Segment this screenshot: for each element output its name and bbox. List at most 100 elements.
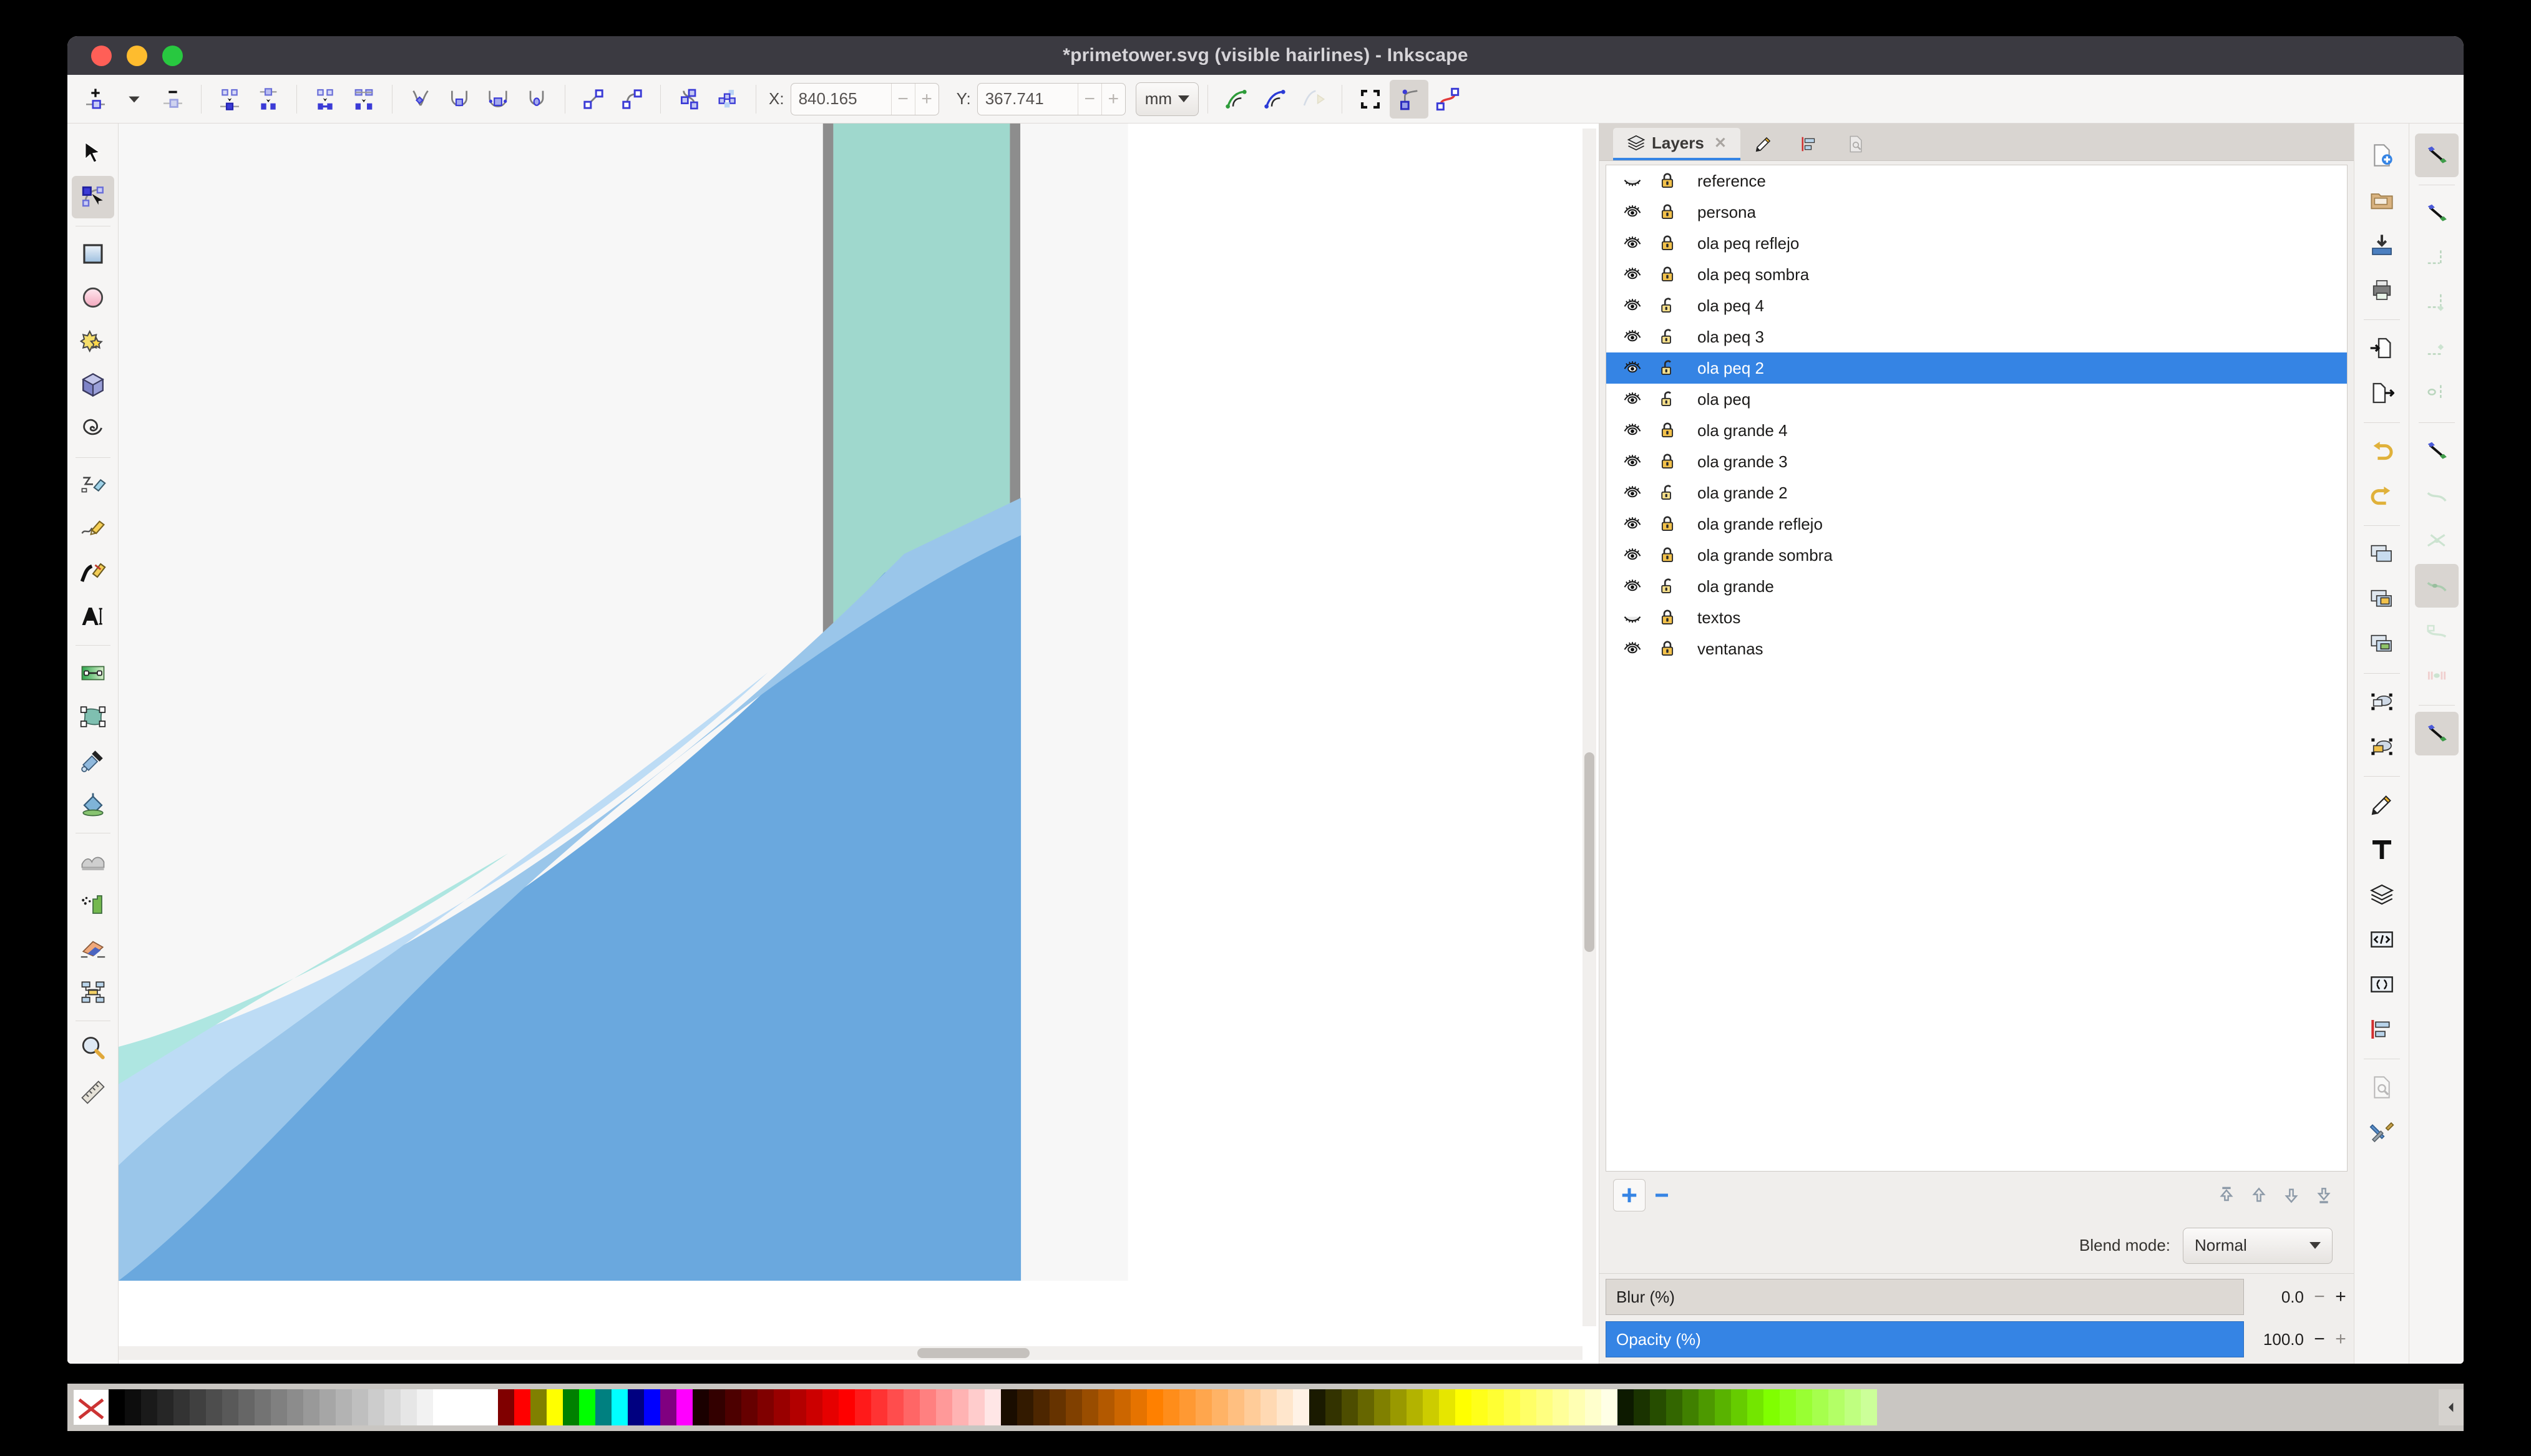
palette-swatch[interactable] bbox=[449, 1389, 466, 1425]
palette-swatch[interactable] bbox=[1520, 1389, 1536, 1425]
lower-layer-to-bottom-button[interactable] bbox=[2308, 1179, 2340, 1211]
palette-swatch[interactable] bbox=[401, 1389, 417, 1425]
save-document-button[interactable] bbox=[2360, 223, 2404, 267]
layer-row[interactable]: ola grande 2 bbox=[1606, 477, 2347, 508]
palette-swatch[interactable] bbox=[1066, 1389, 1082, 1425]
palette-swatch[interactable] bbox=[271, 1389, 287, 1425]
enable-snapping-button[interactable] bbox=[2414, 133, 2459, 177]
palette-swatch[interactable] bbox=[1261, 1389, 1277, 1425]
layer-row[interactable]: ola grande bbox=[1606, 571, 2347, 602]
layer-lock-toggle[interactable] bbox=[1650, 203, 1685, 221]
palette-swatch[interactable] bbox=[384, 1389, 401, 1425]
drawing-canvas[interactable] bbox=[119, 124, 1599, 1364]
layer-visibility-toggle[interactable] bbox=[1615, 421, 1650, 440]
palette-swatch[interactable] bbox=[806, 1389, 822, 1425]
show-mask-paths-button[interactable] bbox=[1428, 80, 1467, 119]
layer-visibility-toggle[interactable] bbox=[1615, 577, 1650, 596]
unlink-clone-button[interactable] bbox=[2360, 725, 2404, 769]
layer-lock-toggle[interactable] bbox=[1650, 296, 1685, 315]
layer-visibility-toggle[interactable] bbox=[1615, 203, 1650, 221]
redo-button[interactable] bbox=[2360, 474, 2404, 518]
palette-swatch[interactable] bbox=[466, 1389, 482, 1425]
y-decrement-button[interactable]: − bbox=[1077, 83, 1101, 115]
palette-swatch[interactable] bbox=[1212, 1389, 1228, 1425]
palette-swatch[interactable] bbox=[1244, 1389, 1261, 1425]
layer-lock-toggle[interactable] bbox=[1650, 515, 1685, 533]
tweak-tool[interactable] bbox=[72, 840, 114, 882]
fill-stroke-dialog-button[interactable] bbox=[2360, 783, 2404, 827]
join-nodes-button[interactable] bbox=[249, 80, 288, 119]
stroke-to-path-button[interactable] bbox=[708, 80, 747, 119]
next-path-effect-button[interactable] bbox=[1294, 80, 1333, 119]
palette-swatch[interactable] bbox=[1358, 1389, 1374, 1425]
opacity-value[interactable]: 100.0 bbox=[2244, 1330, 2309, 1349]
palette-swatch[interactable] bbox=[1796, 1389, 1812, 1425]
snap-smooth-node-button[interactable] bbox=[2415, 609, 2459, 653]
node-symmetric-button[interactable] bbox=[479, 80, 517, 119]
palette-swatch[interactable] bbox=[238, 1389, 255, 1425]
layer-row[interactable]: ola peq bbox=[1606, 384, 2347, 415]
pen-tool[interactable] bbox=[72, 551, 114, 594]
palette-swatch[interactable] bbox=[563, 1389, 579, 1425]
snap-nodes-button[interactable] bbox=[2415, 429, 2459, 473]
text-dialog-button[interactable] bbox=[2360, 828, 2404, 871]
layer-row[interactable]: ola peq reflejo bbox=[1606, 228, 2347, 259]
layer-visibility-toggle[interactable] bbox=[1615, 265, 1650, 284]
palette-swatch[interactable] bbox=[1374, 1389, 1390, 1425]
palette-swatch[interactable] bbox=[1617, 1389, 1634, 1425]
x-increment-button[interactable]: + bbox=[914, 83, 939, 115]
snap-bbox-corner-button[interactable] bbox=[2415, 281, 2459, 325]
palette-swatch[interactable] bbox=[1471, 1389, 1488, 1425]
palette-swatch[interactable] bbox=[839, 1389, 855, 1425]
palette-swatch[interactable] bbox=[1747, 1389, 1763, 1425]
layers-list[interactable]: reference persona ola peq reflejo ola pe… bbox=[1606, 165, 2348, 1172]
blur-decrement-button[interactable]: − bbox=[2309, 1286, 2330, 1308]
color-palette-bar[interactable] bbox=[67, 1384, 2464, 1431]
layer-row[interactable]: ola grande 3 bbox=[1606, 446, 2347, 477]
snap-bbox-center-button[interactable] bbox=[2415, 371, 2459, 415]
layer-row[interactable]: textos bbox=[1606, 602, 2347, 633]
node-tool[interactable] bbox=[71, 176, 114, 218]
palette-swatch[interactable] bbox=[612, 1389, 628, 1425]
layer-lock-toggle[interactable] bbox=[1650, 421, 1685, 440]
layer-visibility-toggle[interactable] bbox=[1615, 452, 1650, 471]
palette-swatch[interactable] bbox=[904, 1389, 920, 1425]
close-window-button[interactable] bbox=[91, 45, 112, 66]
calligraphy-tool[interactable] bbox=[72, 508, 114, 550]
palette-swatch[interactable] bbox=[1277, 1389, 1293, 1425]
palette-swatch[interactable] bbox=[968, 1389, 985, 1425]
palette-swatch[interactable] bbox=[660, 1389, 676, 1425]
palette-swatch[interactable] bbox=[1845, 1389, 1861, 1425]
palette-swatch[interactable] bbox=[725, 1389, 741, 1425]
tab-align-distribute[interactable] bbox=[1787, 128, 1833, 160]
export-button[interactable] bbox=[2360, 371, 2404, 415]
layer-row[interactable]: ola peq 2 bbox=[1606, 352, 2347, 384]
node-auto-button[interactable] bbox=[517, 80, 556, 119]
measure-tool[interactable] bbox=[72, 1071, 114, 1114]
x-spinbox[interactable]: 840.165 − + bbox=[790, 82, 939, 115]
y-increment-button[interactable]: + bbox=[1101, 83, 1125, 115]
layer-visibility-toggle[interactable] bbox=[1615, 483, 1650, 502]
palette-swatch[interactable] bbox=[1731, 1389, 1747, 1425]
snap-cusp-node-button[interactable] bbox=[2414, 564, 2459, 608]
palette-swatch[interactable] bbox=[433, 1389, 449, 1425]
palette-swatch[interactable] bbox=[1033, 1389, 1050, 1425]
palette-swatch[interactable] bbox=[1131, 1389, 1147, 1425]
gradient-tool[interactable] bbox=[72, 652, 114, 694]
undo-button[interactable] bbox=[2360, 429, 2404, 473]
y-coordinate-field[interactable]: Y: 367.741 − + bbox=[957, 82, 1126, 115]
pencil-tool[interactable] bbox=[72, 464, 114, 507]
y-input[interactable]: 367.741 bbox=[978, 84, 1078, 115]
add-layer-button[interactable] bbox=[1613, 1179, 1646, 1211]
palette-swatch[interactable] bbox=[206, 1389, 222, 1425]
raise-layer-to-top-button[interactable] bbox=[2210, 1179, 2243, 1211]
layer-row[interactable]: ola peq 3 bbox=[1606, 321, 2347, 352]
palette-scroll-arrow[interactable] bbox=[2439, 1389, 2464, 1425]
palette-swatch[interactable] bbox=[417, 1389, 433, 1425]
box3d-tool[interactable] bbox=[72, 364, 114, 406]
palette-swatch[interactable] bbox=[255, 1389, 271, 1425]
palette-swatch[interactable] bbox=[741, 1389, 758, 1425]
palette-swatch[interactable] bbox=[985, 1389, 1001, 1425]
layer-visibility-toggle[interactable] bbox=[1615, 328, 1650, 346]
layers-dialog-button[interactable] bbox=[2360, 873, 2404, 916]
